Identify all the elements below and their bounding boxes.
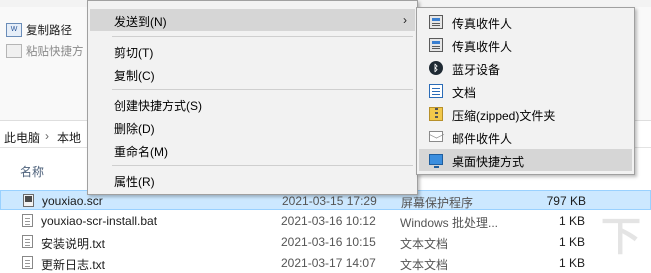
copy-path-icon: W [6, 23, 22, 37]
menu-item-label: 创建快捷方式(S) [114, 99, 202, 113]
menu-item-delete[interactable]: 删除(D) [90, 116, 415, 138]
menu-item-fax-recipient[interactable]: 传真收件人 [419, 11, 632, 33]
menu-item-label: 重命名(M) [114, 145, 168, 159]
chevron-right-icon: › [403, 13, 407, 27]
file-type: 屏幕保护程序 [401, 196, 474, 210]
menu-item-label: 复制(C) [114, 69, 155, 83]
menu-item-documents[interactable]: 文档 [419, 80, 632, 102]
table-row[interactable]: youxiao-scr-install.bat 2021-03-16 10:12… [0, 211, 651, 231]
file-type: 文本文档 [400, 237, 449, 251]
file-name: 更新日志.txt [41, 258, 106, 272]
documents-icon [429, 84, 443, 98]
menu-item-cut[interactable]: 剪切(T) [90, 40, 415, 62]
zip-folder-icon [429, 107, 443, 121]
menu-separator [112, 165, 413, 166]
menu-item-mail-recipient[interactable]: 邮件收件人 [419, 126, 632, 148]
batch-file-icon [22, 214, 33, 227]
screensaver-icon [23, 194, 34, 207]
send-to-submenu: 传真收件人 传真收件人 ᛒ 蓝牙设备 文档 压缩(zipped)文件夹 邮件收件… [416, 7, 635, 175]
menu-item-desktop-shortcut[interactable]: 桌面快捷方式 [419, 149, 632, 171]
menu-item-fax-recipient[interactable]: 传真收件人 [419, 34, 632, 56]
context-menu: 发送到(N) › 剪切(T) 复制(C) 创建快捷方式(S) 删除(D) 重命名… [87, 0, 418, 195]
mail-icon [429, 131, 443, 142]
file-name: youxiao.scr [42, 194, 103, 208]
table-row[interactable]: 安装说明.txt 2021-03-16 10:15 文本文档 1 KB [0, 232, 651, 252]
menu-separator [112, 36, 413, 37]
menu-item-label: 剪切(T) [114, 46, 154, 60]
file-date: 2021-03-16 10:15 [281, 235, 376, 249]
menu-item-label: 属性(R) [114, 175, 155, 189]
menu-item-create-shortcut[interactable]: 创建快捷方式(S) [90, 93, 415, 115]
breadcrumb-separator: › [45, 129, 49, 143]
file-size: 1 KB [558, 214, 585, 228]
file-size: 1 KB [558, 235, 585, 249]
breadcrumb-local[interactable]: 本地 [57, 129, 81, 146]
fax-icon [429, 38, 443, 52]
file-date: 2021-03-15 17:29 [282, 194, 377, 208]
menu-item-properties[interactable]: 属性(R) [90, 169, 415, 191]
menu-item-label: 文档 [452, 86, 477, 100]
copy-path-button[interactable]: W 复制路径 [6, 21, 72, 39]
menu-item-label: 压缩(zipped)文件夹 [452, 109, 556, 123]
file-type: Windows 批处理... [400, 216, 499, 230]
text-file-icon [22, 256, 33, 269]
menu-separator [112, 89, 413, 90]
text-file-icon [22, 235, 33, 248]
menu-item-copy[interactable]: 复制(C) [90, 63, 415, 85]
fax-icon [429, 15, 443, 29]
file-date: 2021-03-17 14:07 [281, 256, 376, 270]
paste-shortcut-label: 粘贴快捷方 [26, 46, 84, 58]
paste-shortcut-button[interactable]: 粘贴快捷方 [6, 42, 84, 60]
menu-item-label: 发送到(N) [114, 15, 167, 29]
menu-item-label: 蓝牙设备 [452, 63, 501, 77]
desktop-icon [429, 154, 443, 168]
file-size: 797 KB [546, 194, 586, 208]
menu-item-label: 传真收件人 [452, 40, 513, 54]
paste-shortcut-icon [6, 44, 22, 58]
menu-item-zip-folder[interactable]: 压缩(zipped)文件夹 [419, 103, 632, 125]
file-name: youxiao-scr-install.bat [41, 214, 158, 228]
file-date: 2021-03-16 10:12 [281, 214, 376, 228]
watermark-logo: 下 [601, 215, 641, 259]
menu-item-label: 传真收件人 [452, 17, 513, 31]
file-type: 文本文档 [400, 258, 449, 272]
file-size: 1 KB [558, 256, 585, 270]
menu-item-label: 桌面快捷方式 [452, 155, 525, 169]
file-name: 安装说明.txt [41, 237, 106, 251]
table-row[interactable]: 更新日志.txt 2021-03-17 14:07 文本文档 1 KB [0, 253, 651, 273]
breadcrumb-this-pc[interactable]: 此电脑 [4, 129, 40, 146]
column-header-name[interactable]: 名称 [20, 163, 44, 180]
bluetooth-icon: ᛒ [429, 61, 443, 75]
menu-item-rename[interactable]: 重命名(M) [90, 139, 415, 161]
menu-item-send-to[interactable]: 发送到(N) › [90, 9, 415, 31]
menu-item-label: 删除(D) [114, 122, 155, 136]
menu-item-bluetooth[interactable]: ᛒ 蓝牙设备 [419, 57, 632, 79]
menu-item-label: 邮件收件人 [452, 132, 513, 146]
copy-path-label: 复制路径 [26, 25, 72, 37]
